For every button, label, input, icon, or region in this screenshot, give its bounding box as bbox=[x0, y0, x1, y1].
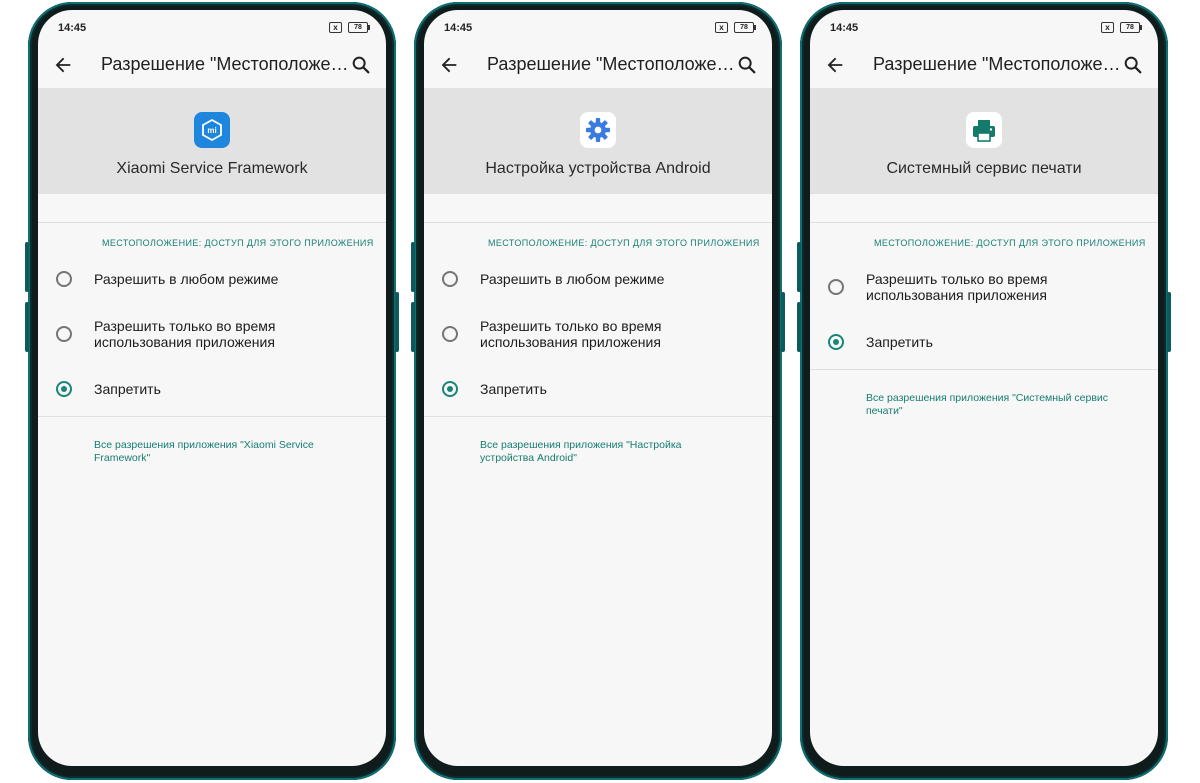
sim-icon: x bbox=[1101, 22, 1114, 33]
status-time: 14:45 bbox=[830, 22, 859, 34]
app-name: Xiaomi Service Framework bbox=[116, 160, 308, 177]
all-permissions-link[interactable]: Все разрешения приложения "Xiaomi Servic… bbox=[94, 439, 344, 465]
section-label: местоположение: доступ для этого приложе… bbox=[102, 238, 374, 248]
radio-button[interactable] bbox=[442, 326, 458, 342]
power-button bbox=[395, 292, 399, 352]
battery-icon: 78 bbox=[1120, 22, 1142, 33]
page-title: Разрешение "Местоположение" bbox=[873, 54, 1123, 74]
divider bbox=[424, 416, 772, 417]
radio-option-allow-always[interactable]: Разрешить в любом режиме bbox=[56, 270, 376, 290]
all-permissions-link[interactable]: Все разрешения приложения "Системный сер… bbox=[866, 392, 1116, 418]
radio-option-allow-while-using[interactable]: Разрешить только во время использования … bbox=[56, 318, 376, 352]
section-label: местоположение: доступ для этого приложе… bbox=[488, 238, 760, 248]
status-bar: 14:45 x 78 bbox=[810, 10, 1158, 44]
svg-text:mi: mi bbox=[207, 126, 216, 135]
option-label: Разрешить в любом режиме bbox=[94, 271, 279, 287]
divider bbox=[38, 222, 386, 223]
page-title: Разрешение "Местоположение" bbox=[487, 54, 737, 74]
app-name: Настройка устройства Android bbox=[485, 160, 711, 177]
power-button bbox=[1167, 292, 1171, 352]
option-label: использования приложения bbox=[94, 334, 275, 350]
side-button bbox=[411, 302, 415, 352]
back-arrow-icon[interactable] bbox=[824, 54, 846, 76]
side-button bbox=[411, 242, 415, 292]
app-bar: Разрешение "Местоположение" bbox=[38, 44, 386, 88]
radio-button[interactable] bbox=[56, 271, 72, 287]
divider bbox=[38, 416, 386, 417]
radio-option-allow-always[interactable]: Разрешить в любом режиме bbox=[442, 270, 762, 290]
sim-icon: x bbox=[329, 22, 342, 33]
divider bbox=[810, 369, 1158, 370]
divider bbox=[424, 222, 772, 223]
screen: 14:45 x 78 Разрешение "Местоположение" m… bbox=[38, 10, 386, 766]
radio-option-deny[interactable]: Запретить bbox=[828, 333, 1148, 353]
option-label: Разрешить только во время bbox=[94, 318, 276, 334]
side-button bbox=[25, 302, 29, 352]
option-label: Запретить bbox=[480, 381, 547, 397]
radio-button-selected[interactable] bbox=[442, 381, 458, 397]
radio-button-selected[interactable] bbox=[828, 334, 844, 350]
option-label: Разрешить только во время bbox=[480, 318, 662, 334]
gear-icon bbox=[580, 112, 616, 148]
side-button bbox=[797, 242, 801, 292]
radio-button[interactable] bbox=[828, 279, 844, 295]
side-button bbox=[797, 302, 801, 352]
option-label: Разрешить в любом режиме bbox=[480, 271, 665, 287]
phone-2: 14:45 x 78 Разрешение "Местоположение" Н… bbox=[411, 2, 785, 780]
radio-option-allow-while-using[interactable]: Разрешить только во время использования … bbox=[828, 271, 1148, 305]
radio-option-deny[interactable]: Запретить bbox=[56, 380, 376, 400]
all-permissions-link[interactable]: Все разрешения приложения "Настройка уст… bbox=[480, 439, 730, 465]
status-bar: 14:45 x 78 bbox=[38, 10, 386, 44]
radio-option-allow-while-using[interactable]: Разрешить только во время использования … bbox=[442, 318, 762, 352]
phone-1: 14:45 x 78 Разрешение "Местоположение" m… bbox=[25, 2, 399, 780]
printer-icon bbox=[966, 112, 1002, 148]
app-bar: Разрешение "Местоположение" bbox=[424, 44, 772, 88]
app-header: Настройка устройства Android bbox=[424, 88, 772, 194]
option-label: Разрешить только во время bbox=[866, 271, 1048, 287]
page-title: Разрешение "Местоположение" bbox=[101, 54, 351, 74]
option-label: Запретить bbox=[866, 334, 933, 350]
option-label: Запретить bbox=[94, 381, 161, 397]
battery-icon: 78 bbox=[734, 22, 756, 33]
xiaomi-mi-icon: mi bbox=[194, 112, 230, 148]
status-time: 14:45 bbox=[58, 22, 87, 34]
option-label: использования приложения bbox=[480, 334, 661, 350]
search-icon[interactable] bbox=[1122, 54, 1144, 76]
radio-option-deny[interactable]: Запретить bbox=[442, 380, 762, 400]
battery-icon: 78 bbox=[348, 22, 370, 33]
back-arrow-icon[interactable] bbox=[438, 54, 460, 76]
section-label: местоположение: доступ для этого приложе… bbox=[874, 238, 1146, 248]
radio-button[interactable] bbox=[56, 326, 72, 342]
radio-button-selected[interactable] bbox=[56, 381, 72, 397]
side-button bbox=[25, 242, 29, 292]
back-arrow-icon[interactable] bbox=[52, 54, 74, 76]
search-icon[interactable] bbox=[350, 54, 372, 76]
app-name: Системный сервис печати bbox=[886, 160, 1082, 177]
status-bar: 14:45 x 78 bbox=[424, 10, 772, 44]
divider bbox=[810, 222, 1158, 223]
phone-3: 14:45 x 78 Разрешение "Местоположение" С… bbox=[797, 2, 1171, 780]
option-label: использования приложения bbox=[866, 287, 1047, 303]
status-time: 14:45 bbox=[444, 22, 473, 34]
screen: 14:45 x 78 Разрешение "Местоположение" С… bbox=[810, 10, 1158, 766]
app-bar: Разрешение "Местоположение" bbox=[810, 44, 1158, 88]
sim-icon: x bbox=[715, 22, 728, 33]
screen: 14:45 x 78 Разрешение "Местоположение" Н… bbox=[424, 10, 772, 766]
app-header: Системный сервис печати bbox=[810, 88, 1158, 194]
app-header: mi Xiaomi Service Framework bbox=[38, 88, 386, 194]
search-icon[interactable] bbox=[736, 54, 758, 76]
radio-button[interactable] bbox=[442, 271, 458, 287]
power-button bbox=[781, 292, 785, 352]
